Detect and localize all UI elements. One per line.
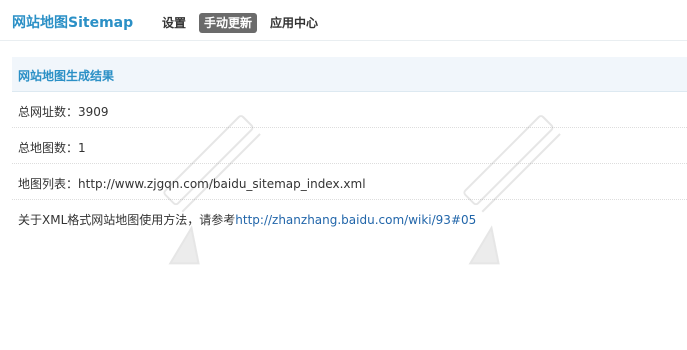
help-text: 关于XML格式网站地图使用方法，请参考	[18, 213, 236, 227]
app-title: 网站地图Sitemap	[12, 15, 134, 31]
table-row: 关于XML格式网站地图使用方法，请参考http://zhanzhang.baid…	[12, 200, 687, 235]
table-row: 地图列表：http://www.zjgqn.com/baidu_sitemap_…	[12, 164, 687, 200]
top-header: 网站地图Sitemap 设置 手动更新 应用中心	[0, 0, 687, 41]
page: 网站地图Sitemap 设置 手动更新 应用中心 网站地图生成结果 总网址数：3…	[0, 0, 687, 350]
help-link[interactable]: http://zhanzhang.baidu.com/wiki/93#05	[235, 213, 476, 227]
tab-manual-update[interactable]: 手动更新	[199, 12, 258, 33]
table-row: 总网址数：3909	[12, 92, 687, 128]
tab-settings[interactable]: 设置	[157, 13, 191, 33]
top-nav: 设置 手动更新 应用中心	[157, 12, 331, 33]
table-row: 总地图数：1	[12, 128, 687, 164]
total-maps-text: 总地图数：1	[18, 141, 86, 155]
map-list-cell: 地图列表：http://www.zjgqn.com/baidu_sitemap_…	[18, 175, 366, 192]
total-urls-text: 总网址数：3909	[18, 105, 109, 119]
help-cell: 关于XML格式网站地图使用方法，请参考http://zhanzhang.baid…	[18, 211, 476, 228]
tab-app-center[interactable]: 应用中心	[265, 13, 323, 33]
map-list-label: 地图列表：	[18, 177, 79, 191]
section-title: 网站地图生成结果	[18, 69, 115, 83]
map-list-url: http://www.zjgqn.com/baidu_sitemap_index…	[78, 177, 366, 191]
result-section-header: 网站地图生成结果	[12, 57, 687, 92]
